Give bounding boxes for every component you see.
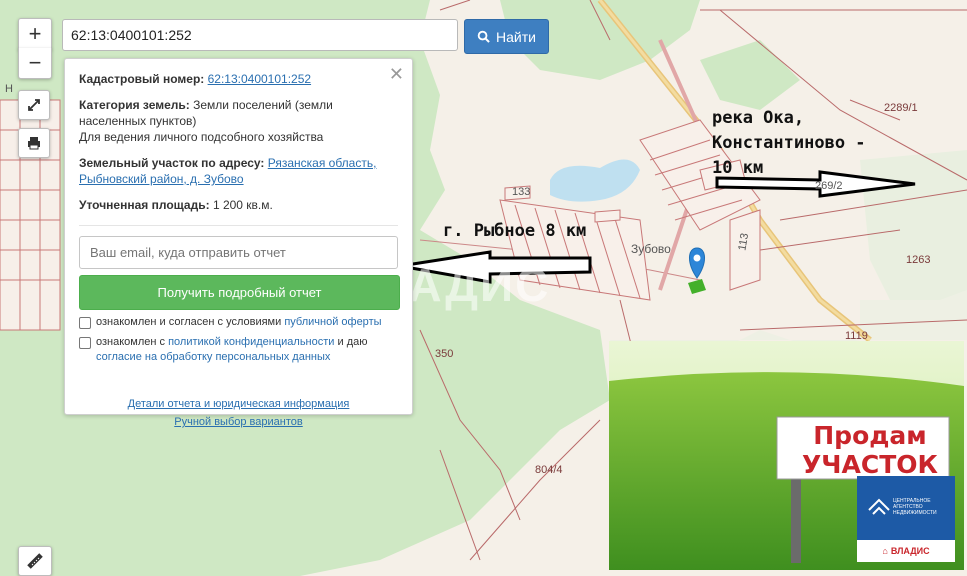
offer-checkbox[interactable]: [79, 317, 91, 329]
area-row: Уточненная площадь: 1 200 кв.м.: [79, 197, 398, 213]
search-button[interactable]: Найти: [464, 19, 549, 54]
divider: [79, 225, 398, 226]
offer-text-wrap: ознакомлен и согласен с условиями публич…: [96, 315, 382, 330]
parcel-info-panel: ✕ Кадастровый номер: 62:13:0400101:252 К…: [64, 58, 413, 428]
map-label-2289: 2289/1: [884, 102, 918, 114]
cadastral-row: Кадастровый номер: 62:13:0400101:252: [79, 71, 398, 87]
area-label: Уточненная площадь:: [79, 198, 210, 212]
map-label-804: 804/4: [535, 464, 563, 476]
for-sale-sign: Продам УЧАСТОК: [785, 421, 955, 479]
zoom-in-button[interactable]: +: [18, 18, 52, 50]
map-label-fragment: Н: [5, 83, 13, 95]
zoom-out-button[interactable]: −: [18, 48, 52, 79]
email-field[interactable]: [79, 236, 398, 269]
sign-line-1: Продам: [813, 421, 927, 450]
ruler-button[interactable]: [18, 546, 52, 576]
category-row: Категория земель: Земли поселений (земли…: [79, 97, 398, 145]
address-label: Земельный участок по адресу:: [79, 156, 265, 170]
category-label: Категория земель:: [79, 98, 190, 112]
rybnoe-annotation: г. Рыбное 8 км: [443, 221, 587, 241]
get-report-button[interactable]: Получить подробный отчет: [79, 275, 400, 310]
cadastral-number-link[interactable]: 62:13:0400101:252: [208, 72, 311, 86]
for-sale-photo: Продам УЧАСТОК ЦЕНТРАЛЬНОЕ АГЕНТСТВО НЕД…: [609, 341, 964, 570]
oka-line-1: река Ока,: [712, 108, 805, 128]
address-row: Земельный участок по адресу: Рязанская о…: [79, 155, 398, 187]
cadastral-search-input[interactable]: [62, 19, 458, 51]
agency-line-3: НЕДВИЖИМОСТИ: [893, 510, 937, 516]
ruler-icon: [27, 553, 43, 569]
privacy-checkbox[interactable]: [79, 337, 91, 349]
area-value: 1 200 кв.м.: [212, 198, 273, 212]
sign-line-2: УЧАСТОК: [802, 450, 938, 479]
search-button-label: Найти: [496, 28, 536, 45]
map-label-1263: 1263: [906, 254, 931, 266]
privacy-agreement[interactable]: ознакомлен с политикой конфиденциальност…: [79, 335, 398, 365]
manual-choice-link[interactable]: Ручной выбор вариантов: [174, 416, 302, 428]
village-label: Зубово: [631, 242, 671, 256]
oka-annotation: река Ока, Константиново - 10 км: [712, 106, 866, 181]
cadastral-label: Кадастровый номер:: [79, 72, 205, 86]
oka-line-3: 10 км: [712, 158, 764, 178]
offer-agreement[interactable]: ознакомлен и согласен с условиями публич…: [79, 315, 398, 330]
agency-logo: ЦЕНТРАЛЬНОЕ АГЕНТСТВО НЕДВИЖИМОСТИ ⌂ ВЛА…: [857, 476, 955, 562]
agency-emblem-icon: [868, 498, 890, 515]
panel-footer-links: Детали отчета и юридическая информация Р…: [79, 395, 398, 431]
public-offer-link[interactable]: публичной оферты: [284, 316, 381, 328]
privacy-tail: и даю: [337, 336, 368, 348]
search-icon: [477, 30, 490, 43]
usage-value: Для ведения личного подсобного хозяйства: [79, 130, 324, 144]
details-link[interactable]: Детали отчета и юридическая информация: [128, 398, 350, 410]
offer-text: ознакомлен и согласен с условиями: [96, 316, 282, 328]
privacy-text-wrap: ознакомлен с политикой конфиденциальност…: [96, 335, 368, 365]
fullscreen-button[interactable]: [18, 90, 50, 120]
oka-line-2: Константиново -: [712, 133, 866, 153]
privacy-policy-link[interactable]: политикой конфиденциальности: [168, 336, 334, 348]
print-button[interactable]: [18, 128, 50, 158]
privacy-text: ознакомлен с: [96, 336, 166, 348]
personal-data-link[interactable]: согласие на обработку персональных данны…: [96, 351, 330, 363]
agency-brand: ⌂ ВЛАДИС: [857, 540, 955, 562]
printer-icon: [28, 137, 40, 150]
close-icon[interactable]: ✕: [389, 64, 404, 85]
map-label-350: 350: [435, 348, 454, 360]
home-icon: ⌂: [882, 546, 888, 556]
map-label-133: 133: [512, 186, 531, 198]
expand-icon: [28, 99, 40, 111]
agency-name: ЦЕНТРАЛЬНОЕ АГЕНТСТВО НЕДВИЖИМОСТИ: [893, 498, 937, 516]
map-label-269: 269/2: [815, 180, 843, 192]
agency-brand-label: ВЛАДИС: [890, 546, 930, 556]
